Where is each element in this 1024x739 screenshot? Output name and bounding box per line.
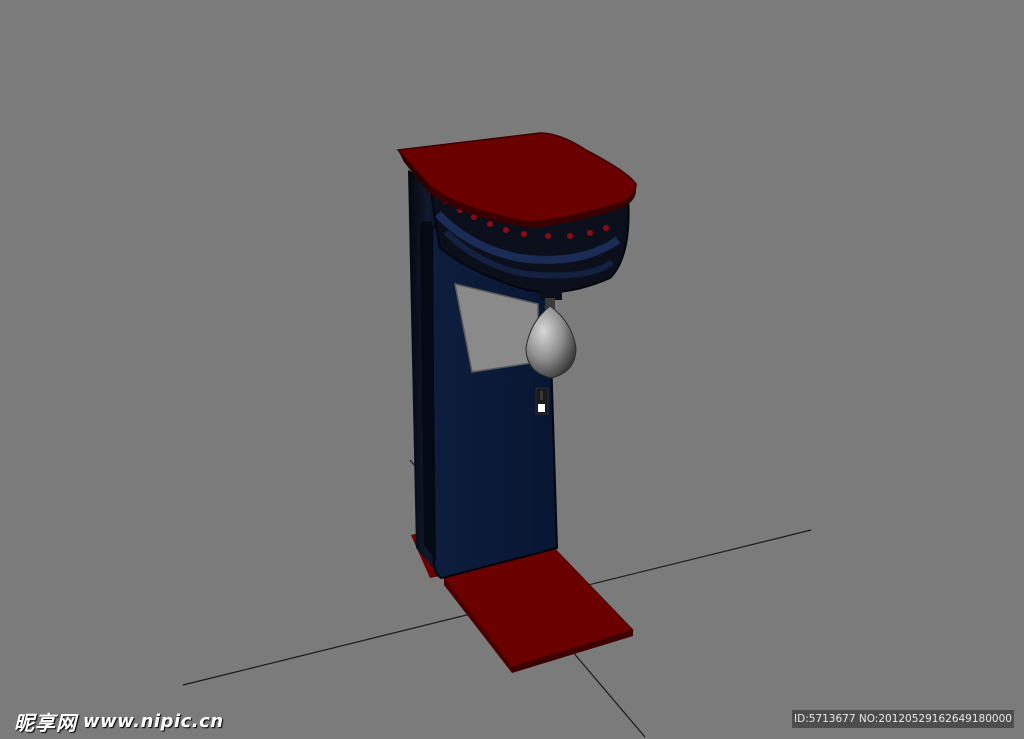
coin-slot-opening	[540, 391, 543, 400]
watermark-image-id: ID:5713677 NO:20120529162649180000	[792, 710, 1014, 728]
watermark-site-url: www.nipic.cn	[83, 710, 224, 732]
coin-slot-light	[538, 404, 545, 412]
watermark-site: 昵享网 www.nipic.cn	[14, 708, 224, 735]
scene-render	[182, 132, 812, 738]
watermark-site-name: 昵享网	[14, 710, 77, 735]
viewport-3d: 昵享网 www.nipic.cn ID:5713677 NO:201205291…	[0, 0, 1024, 739]
